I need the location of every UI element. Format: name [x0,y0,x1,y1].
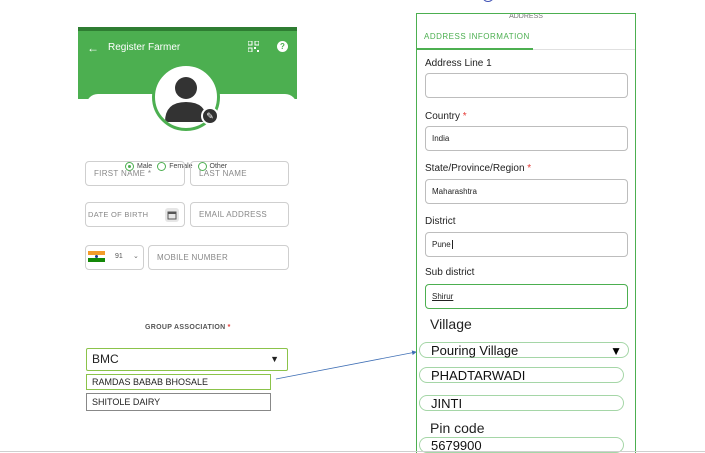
required-marker: * [462,111,467,122]
country-label-text: Country [425,111,461,122]
state-label: State/Province/Region * [425,163,531,174]
address-screen: ADDRESS ADDRESS INFORMATION Address Line… [416,13,636,453]
district-value: Pune [432,240,451,249]
pincode-label: Pin code [430,420,485,436]
district-label: District [425,216,456,227]
country-label: Country * [425,111,467,122]
caret-down-icon: ▼ [610,344,622,358]
address-line1-label: Address Line 1 [425,58,492,69]
state-label-text: State/Province/Region [425,163,525,174]
village-option[interactable]: PHADTARWADI [419,367,624,383]
state-input[interactable]: Maharashtra [425,179,628,204]
required-marker: * [527,163,532,174]
subdistrict-input[interactable]: Shirur [425,284,628,309]
section-heading: ADDRESS [509,13,543,20]
tab-indicator [417,48,533,50]
village-option[interactable]: JINTI [419,395,624,411]
subdistrict-label: Sub district [425,267,475,278]
village-selected-value: Pouring Village [431,343,519,358]
village-select[interactable]: Pouring Village ▼ [419,342,629,358]
country-input[interactable]: India [425,126,628,151]
address-line1-input[interactable] [425,73,628,98]
text-cursor [451,240,453,250]
tab-divider [533,49,635,50]
village-label: Village [430,316,472,332]
district-input[interactable]: Pune [425,232,628,257]
tab-address-information[interactable]: ADDRESS INFORMATION [424,32,530,41]
page-divider [0,451,705,452]
